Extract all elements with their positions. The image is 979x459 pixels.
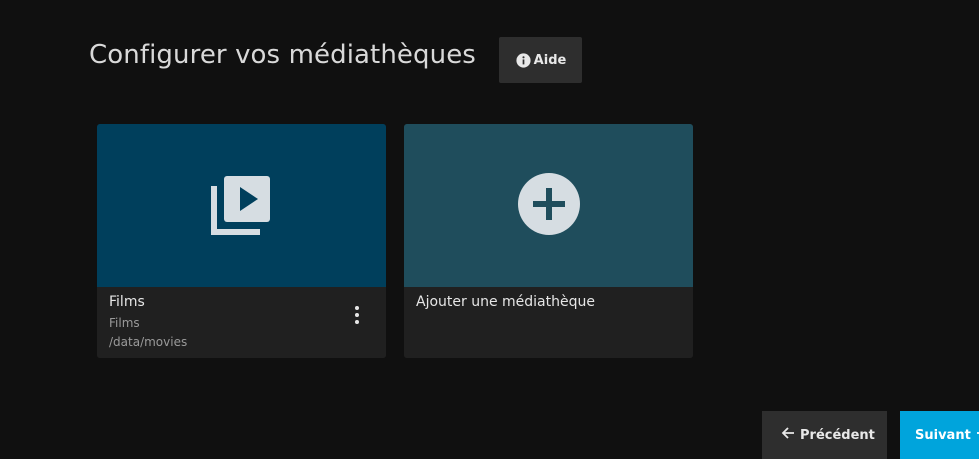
more-options-button[interactable] (347, 303, 367, 327)
info-icon (515, 52, 532, 69)
previous-button-label: Précédent (800, 427, 875, 443)
help-button[interactable]: Aide (499, 37, 582, 83)
next-button-label: Suivant (915, 427, 971, 443)
library-card-image[interactable] (97, 124, 386, 287)
setup-wizard-page: Configurer vos médiathèques Aide Films F… (0, 0, 979, 459)
arrow-back-icon (780, 425, 796, 445)
arrow-forward-icon (975, 425, 979, 445)
next-button[interactable]: Suivant (900, 411, 979, 459)
library-type: Films (109, 316, 140, 330)
add-library-card-image[interactable] (404, 124, 693, 287)
library-card-footer: Films Films /data/movies (97, 287, 386, 358)
previous-button[interactable]: Précédent (762, 411, 887, 459)
library-path: /data/movies (109, 335, 188, 349)
add-library-card[interactable]: Ajouter une médiathèque (404, 124, 693, 358)
help-button-label: Aide (533, 52, 567, 68)
video-library-icon (210, 172, 274, 240)
library-card-films[interactable]: Films Films /data/movies (97, 124, 386, 358)
add-library-label: Ajouter une médiathèque (416, 294, 595, 310)
page-title: Configurer vos médiathèques (89, 40, 476, 70)
more-vert-icon (355, 306, 359, 310)
add-circle-icon (517, 172, 580, 239)
more-vert-icon-dot (355, 320, 359, 324)
more-vert-icon-dot (355, 313, 359, 317)
library-name: Films (109, 294, 145, 310)
add-library-card-footer: Ajouter une médiathèque (404, 287, 693, 358)
